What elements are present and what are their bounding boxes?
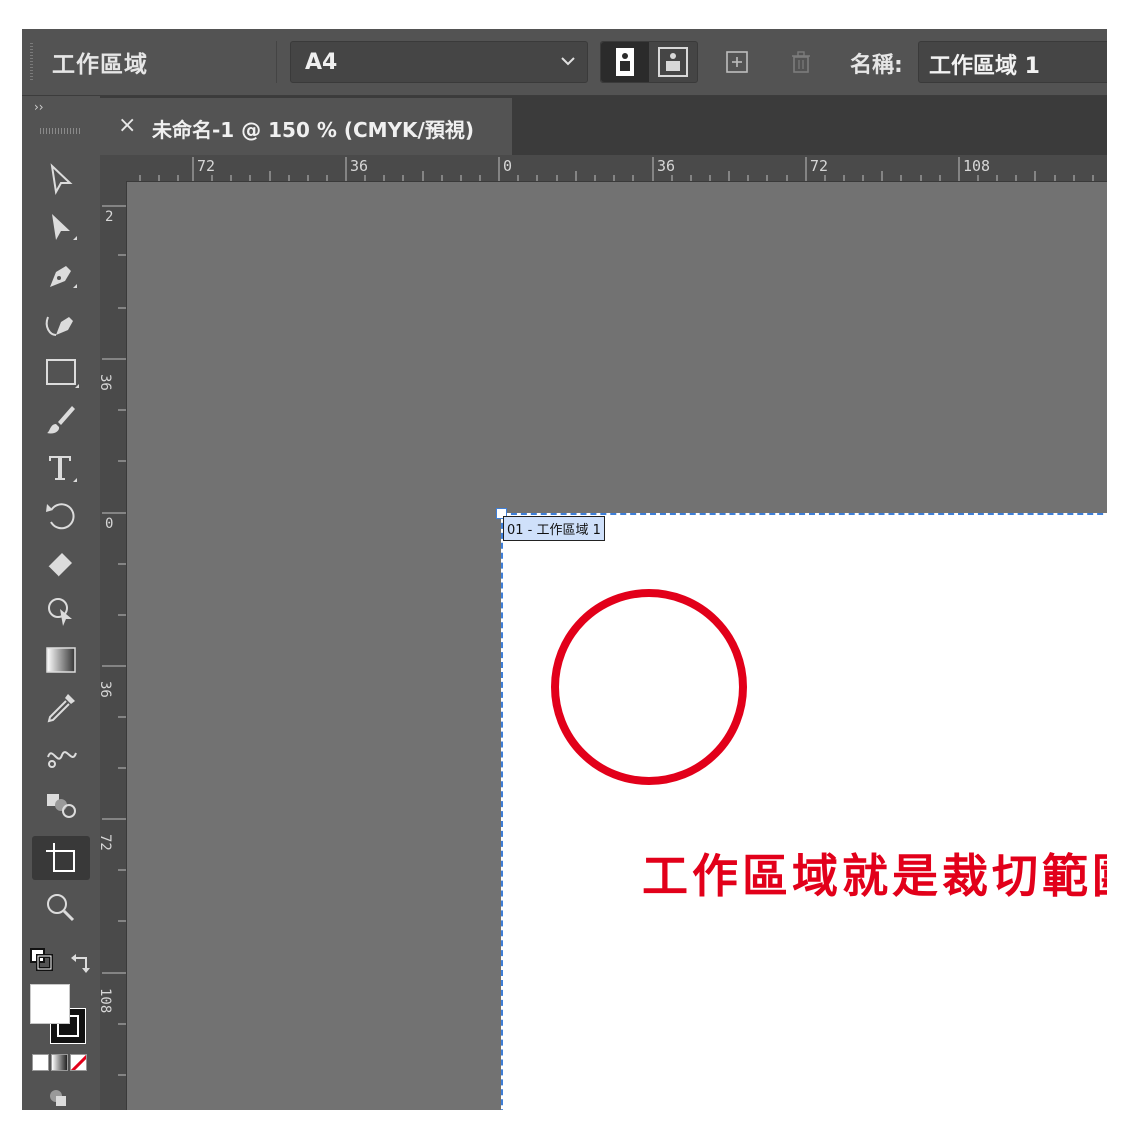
horizontal-ruler-ticks: 72 36 0 36 72 108 xyxy=(139,157,1094,181)
close-tab-icon[interactable]: × xyxy=(118,113,136,138)
screen-mode-button[interactable] xyxy=(46,1086,70,1106)
landscape-icon xyxy=(658,47,688,77)
ruler-top-label: 36 xyxy=(350,157,368,175)
eyedropper-tool[interactable] xyxy=(32,686,90,730)
type-tool[interactable] xyxy=(32,446,90,490)
blend-tool-icon xyxy=(47,751,77,768)
ruler-left-label: 36 xyxy=(100,681,113,698)
divider xyxy=(276,41,277,83)
portrait-button[interactable] xyxy=(601,42,649,82)
shape-builder-tool[interactable] xyxy=(32,782,90,826)
document-tab-title: 未命名-1 @ 150 % (CMYK/預視) xyxy=(152,118,475,142)
trash-icon xyxy=(792,51,810,73)
color-button[interactable] xyxy=(32,1054,49,1071)
rotate-tool[interactable] xyxy=(32,494,90,538)
delete-artboard-button[interactable] xyxy=(788,49,814,75)
direct-selection-tool-icon xyxy=(52,214,77,240)
zoom-tool-icon xyxy=(47,894,75,922)
vertical-ruler-ticks: 2 36 0 36 72 108 144 xyxy=(97,205,126,1076)
tools-panel: ›› xyxy=(22,96,101,1110)
pen-tool-icon xyxy=(50,266,77,288)
color-mode-buttons xyxy=(32,1054,90,1072)
gradient-tool-icon xyxy=(46,647,76,673)
ruler-top-label: 108 xyxy=(963,157,990,175)
collapse-panel-icon[interactable]: ›› xyxy=(34,100,44,114)
control-bar-title: 工作區域 xyxy=(52,52,148,78)
ruler-left-label: 36 xyxy=(100,374,113,391)
eyedropper-tool-icon xyxy=(47,694,75,723)
annotation-text: 工作區域就是裁切範圍 xyxy=(642,849,1107,903)
curvature-pen-tool-icon xyxy=(45,316,73,336)
canvas-pasteboard[interactable]: 01 - 工作區域 1 工作區域就是裁切範圍 xyxy=(127,182,1107,1110)
swap-arrow-icon xyxy=(71,954,90,973)
artboard-preset-value: A4 xyxy=(305,50,338,75)
artboard-tool[interactable] xyxy=(32,836,90,880)
document-tab[interactable]: × 未命名-1 @ 150 % (CMYK/預視) xyxy=(100,98,512,155)
puppet-warp-tool-icon xyxy=(48,598,72,626)
horizontal-ruler[interactable]: 72 36 0 36 72 108 xyxy=(100,155,1107,182)
paintbrush-tool[interactable] xyxy=(32,398,90,442)
fill-stroke-swatches[interactable] xyxy=(30,984,92,1046)
control-bar: 工作區域 A4 名稱: 工作區域 1 xyxy=(22,29,1107,96)
swap-colors-button[interactable] xyxy=(68,948,96,976)
gradient-button[interactable] xyxy=(51,1054,68,1071)
document-tab-bar: × 未命名-1 @ 150 % (CMYK/預視) xyxy=(100,96,1107,155)
portrait-icon xyxy=(616,48,634,76)
ruler-top-label: 72 xyxy=(197,157,215,175)
artboard-name-field[interactable]: 工作區域 1 xyxy=(918,41,1107,83)
eraser-tool[interactable] xyxy=(32,542,90,586)
none-button[interactable] xyxy=(70,1054,87,1071)
vertical-ruler[interactable]: 2 36 0 36 72 108 144 xyxy=(97,181,127,1110)
puppet-warp-tool[interactable] xyxy=(32,590,90,634)
orientation-toggle xyxy=(600,41,698,83)
ruler-left-label: 72 xyxy=(100,834,113,851)
landscape-button[interactable] xyxy=(649,42,697,82)
rectangle-tool-icon xyxy=(46,359,79,388)
rotate-tool-icon xyxy=(46,503,75,530)
shape-builder-tool-icon xyxy=(47,794,76,818)
pen-tool[interactable] xyxy=(32,254,90,298)
artboard[interactable] xyxy=(501,513,1107,1110)
screen-mode-icon xyxy=(50,1090,66,1106)
ruler-top-label: 72 xyxy=(810,157,828,175)
ruler-left-label: 108 xyxy=(100,988,113,1013)
blend-tool[interactable] xyxy=(32,734,90,778)
add-artboard-icon xyxy=(726,51,748,73)
default-colors-icon xyxy=(30,948,53,971)
fill-swatch[interactable] xyxy=(30,984,70,1024)
control-bar-grip[interactable] xyxy=(30,43,33,81)
illustrator-window: 工作區域 A4 名稱: 工作區域 1 ›› × 未命名-1 @ 150 % (C… xyxy=(22,29,1107,1110)
chevron-down-icon xyxy=(561,57,575,66)
selection-tool[interactable] xyxy=(32,158,90,202)
panel-grip[interactable] xyxy=(40,128,80,134)
direct-selection-tool[interactable] xyxy=(32,206,90,250)
gradient-tool[interactable] xyxy=(32,638,90,682)
ruler-left-label: 2 xyxy=(105,209,113,225)
curvature-tool[interactable] xyxy=(32,302,90,346)
ruler-top-label: 36 xyxy=(657,157,675,175)
default-colors-button[interactable] xyxy=(28,946,56,974)
ruler-left-label: 0 xyxy=(105,516,113,532)
paintbrush-tool-icon xyxy=(47,406,75,434)
zoom-tool[interactable] xyxy=(32,886,90,930)
artboard-label[interactable]: 01 - 工作區域 1 xyxy=(503,516,605,541)
eraser-tool-icon xyxy=(47,553,72,578)
new-artboard-button[interactable] xyxy=(724,49,750,75)
highlight-circle xyxy=(551,589,747,785)
artboard-tool-icon xyxy=(46,843,75,872)
ruler-top-label: 0 xyxy=(503,157,512,175)
rectangle-tool[interactable] xyxy=(32,350,90,394)
name-label: 名稱: xyxy=(850,53,903,78)
type-tool-icon xyxy=(49,456,77,482)
selection-tool-icon xyxy=(50,163,73,196)
none-slash-icon xyxy=(71,1055,86,1070)
artboard-preset-dropdown[interactable]: A4 xyxy=(290,41,588,83)
